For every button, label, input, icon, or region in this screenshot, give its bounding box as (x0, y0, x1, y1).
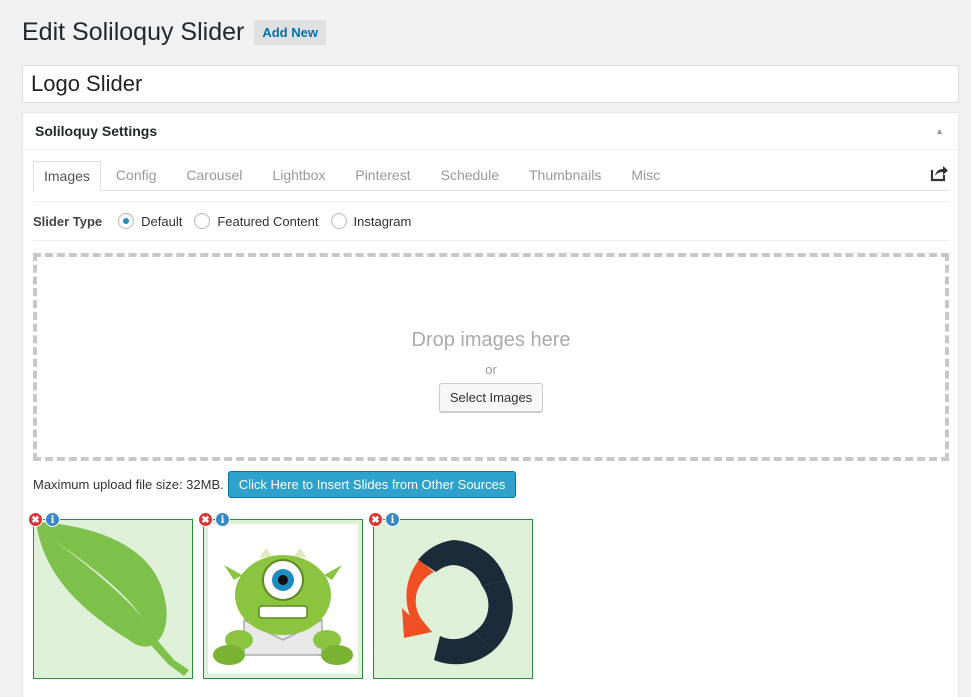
monster-mascot-icon (208, 524, 358, 674)
soliloquy-settings-box: Soliloquy Settings ▲ Images Config Carou… (22, 112, 959, 697)
slide-item[interactable]: ✖ i (368, 512, 533, 679)
settings-box-header: Soliloquy Settings ▲ (23, 113, 958, 150)
slide-item[interactable]: ✖ i (198, 512, 363, 679)
insert-slides-button[interactable]: Click Here to Insert Slides from Other S… (227, 471, 517, 498)
add-new-button[interactable]: Add New (254, 20, 326, 45)
tab-config[interactable]: Config (101, 167, 171, 190)
max-upload-note: Maximum upload file size: 32MB. (33, 477, 224, 492)
tab-thumbnails[interactable]: Thumbnails (514, 167, 616, 190)
radio-instagram-button[interactable] (330, 213, 347, 229)
slides-list: ✖ i ✖ i ✖ i (28, 512, 543, 679)
settings-box-title: Soliloquy Settings (35, 123, 158, 139)
tab-misc[interactable]: Misc (616, 167, 675, 190)
share-icon[interactable] (929, 163, 949, 183)
tab-images[interactable]: Images (33, 161, 101, 191)
radio-featured-content[interactable]: Featured Content (194, 213, 319, 229)
remove-slide-icon[interactable]: ✖ (198, 512, 213, 527)
tab-pinterest[interactable]: Pinterest (340, 167, 425, 190)
info-icon[interactable]: i (215, 512, 230, 527)
page-title: Edit Soliloquy Slider (22, 18, 245, 46)
tab-schedule[interactable]: Schedule (426, 167, 514, 190)
radio-default-label: Default (141, 213, 183, 229)
info-icon[interactable]: i (385, 512, 400, 527)
radio-default-button[interactable] (118, 213, 135, 229)
radio-default[interactable]: Default (118, 213, 182, 229)
image-dropzone[interactable]: Drop images here or Select Images (33, 253, 949, 461)
slider-title-input[interactable] (22, 65, 959, 103)
select-images-button[interactable]: Select Images (438, 383, 544, 412)
slider-type-label: Slider Type (33, 213, 103, 229)
remove-slide-icon[interactable]: ✖ (28, 512, 43, 527)
tab-lightbox[interactable]: Lightbox (257, 167, 340, 190)
tab-carousel[interactable]: Carousel (171, 167, 257, 190)
info-icon[interactable]: i (45, 512, 60, 527)
radio-instagram-label: Instagram (353, 213, 412, 229)
radio-instagram[interactable]: Instagram (330, 213, 412, 229)
collapse-arrow-icon[interactable]: ▲ (935, 126, 944, 136)
radio-featured-content-button[interactable] (194, 213, 211, 229)
page-header: Edit Soliloquy Slider Add New (22, 18, 326, 47)
settings-tabs: Images Config Carousel Lightbox Pinteres… (33, 159, 949, 191)
circular-arrows-logo-icon (402, 540, 513, 665)
dropzone-title: Drop images here (411, 329, 571, 351)
dropzone-or: or (485, 362, 497, 377)
leaf-logo-icon (36, 522, 189, 676)
slider-type-row: Slider Type Default Featured Content Ins… (33, 201, 949, 241)
upload-row: Maximum upload file size: 32MB. Click He… (33, 471, 517, 498)
radio-featured-content-label: Featured Content (217, 213, 319, 229)
slide-item[interactable]: ✖ i (28, 512, 193, 679)
remove-slide-icon[interactable]: ✖ (368, 512, 383, 527)
